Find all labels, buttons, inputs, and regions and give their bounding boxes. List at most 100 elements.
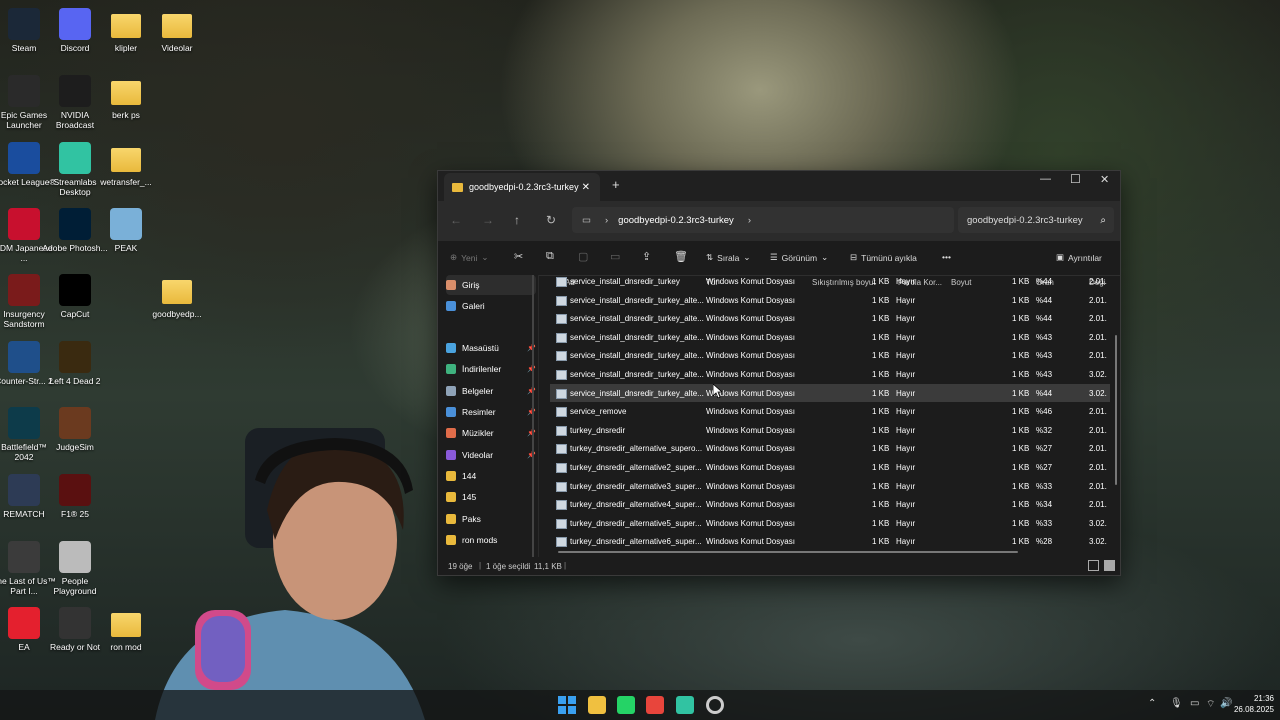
new-tab-button[interactable]: + [612,177,620,192]
more-options-icon[interactable]: ••• [942,252,951,262]
wifi-icon[interactable]: ⌔ [1206,698,1215,711]
microphone-icon[interactable]: 🎙 [1170,698,1183,709]
table-row[interactable]: service_install_dnsredir_turkey_alte... W… [550,365,1110,383]
table-row[interactable]: turkey_dnsredir_alternative2_super... Win… [550,458,1110,476]
view-button[interactable]: ☰ Görünüm ⌄ [770,252,828,263]
sidebar-item[interactable]: İndirilenler📌 [446,359,536,379]
desktop-icon[interactable]: F1® 25 [42,474,108,519]
cell-ratio: %34 [1036,500,1053,510]
table-row[interactable]: turkey_dnsredir Windows Komut Dosyası 1 KB… [550,421,1110,439]
library-icon [446,301,456,311]
view-icon: ☰ [770,252,778,262]
sidebar-item[interactable]: 144 [446,466,536,486]
cell-size: 1 KB [1012,370,1030,379]
table-row[interactable]: turkey_dnsredir_alternative6_super... Win… [550,532,1110,550]
cell-date: 2.01. [1089,277,1107,286]
sidebar-item[interactable]: Masaüstü📌 [446,338,536,358]
chevron-down-icon: ⌄ [821,252,829,262]
address-bar-row: ← → ↑ ↻ ▭ › goodbyedpi-0.2.3rc3-turkey ›… [438,201,1120,241]
copy-icon[interactable]: ⧉ [546,250,554,263]
rename-icon[interactable]: ▭ [610,250,620,263]
table-row[interactable]: turkey_dnsredir_alternative5_super... Win… [550,514,1110,532]
details-button[interactable]: ▣ Ayrıntılar [1056,252,1102,263]
maximize-button[interactable]: ☐ [1070,172,1081,186]
cell-type: Windows Komut Dosyası [706,314,795,324]
desktop-icon[interactable]: berk ps [93,75,159,120]
desktop-icon[interactable]: JudgeSim [42,407,108,452]
desktop-icon[interactable]: PEAK [93,208,159,253]
desktop-icon[interactable]: wetransfer_... [93,142,159,187]
new-button[interactable]: ⊕ Yeni ⌄ [450,252,488,263]
sidebar-item[interactable]: ron mods [446,530,536,550]
cell-name: service_install_dnsredir_turkey_alte... [570,351,704,361]
desktop-icon[interactable]: Videolar [144,8,210,53]
cell-date: 2.01. [1089,425,1107,435]
settings-icon[interactable] [706,696,724,714]
table-row[interactable]: service_remove Windows Komut Dosyası 1 KB H… [550,402,1110,420]
sidebar-item[interactable]: Resimler📌 [446,402,536,422]
tiles-view-icon[interactable] [1104,560,1115,571]
sidebar-item[interactable]: Videolar📌 [446,445,536,465]
table-row[interactable]: service_install_dnsredir_turkey_alte... W… [550,383,1110,402]
sidebar-item[interactable]: Giriş [446,275,536,295]
close-tab-icon[interactable]: ✕ [582,182,590,193]
chevron-up-icon[interactable]: ⌃ [1148,698,1156,709]
sidebar-item[interactable]: Müzikler📌 [446,423,536,443]
cell-size: 1 KB [1012,481,1030,491]
table-row[interactable]: service_install_dnsredir_turkey Windows K… [550,275,1110,290]
horizontal-scrollbar[interactable] [558,551,1018,553]
desktop-icon[interactable]: People Playground [42,541,108,596]
address-bar[interactable]: ▭ › goodbyedpi-0.2.3rc3-turkey › [572,207,954,233]
paste-icon[interactable]: ▢ [578,250,588,263]
back-arrow-icon[interactable]: ← [450,213,462,227]
details-view-icon[interactable] [1088,560,1099,571]
cut-icon[interactable]: ✂ [514,250,523,263]
up-arrow-icon[interactable]: ↑ [514,213,520,227]
table-row[interactable]: service_install_dnsredir_turkey_alte... W… [550,309,1110,327]
table-row[interactable]: turkey_dnsredir_alternative4_super... Win… [550,495,1110,513]
streamlabs-icon[interactable] [676,696,694,714]
desktop-icon[interactable]: goodbyedp... [144,274,210,319]
sidebar-item[interactable]: Paks [446,509,536,529]
sort-button[interactable]: ⇅ Sırala ⌄ [706,252,750,263]
search-input[interactable]: goodbyedpi-0.2.3rc3-turkey ⌕ [958,207,1114,233]
sidebar-item-label: Resimler [462,407,496,417]
breadcrumb-folder[interactable]: goodbyedpi-0.2.3rc3-turkey [618,215,734,226]
chrome-icon[interactable] [646,696,664,714]
desktop-icon[interactable]: CapCut [42,274,108,319]
cell-size: 1 KB [1012,277,1030,286]
extract-all-button[interactable]: ⊟ Tümünü ayıkla [850,252,917,263]
close-window-button[interactable]: ✕ [1100,173,1109,186]
desktop-icon[interactable]: Left 4 Dead 2 [42,341,108,386]
share-icon[interactable]: ⇪ [642,250,651,263]
refresh-icon[interactable]: ↻ [546,213,556,227]
cell-type: Windows Komut Dosyası [706,444,795,454]
sidebar-item[interactable]: 145 [446,487,536,507]
file-explorer-window: goodbyedpi-0.2.3rc3-turkey ✕ + — ☐ ✕ ← →… [437,170,1121,576]
sidebar-item[interactable]: Belgeler📌 [446,381,536,401]
whatsapp-icon[interactable] [617,696,635,714]
table-row[interactable]: service_install_dnsredir_turkey_alte... W… [550,328,1110,346]
table-row[interactable]: service_install_dnsredir_turkey_alte... W… [550,291,1110,309]
minimize-button[interactable]: — [1040,173,1051,185]
table-row[interactable]: turkey_dnsredir_alternative3_super... Win… [550,477,1110,495]
tab-goodbyedpi[interactable]: goodbyedpi-0.2.3rc3-turkey ✕ [444,173,600,201]
delete-icon[interactable]: 🗑 [674,250,688,263]
display-icon[interactable]: ▭ [1190,698,1199,709]
forward-arrow-icon[interactable]: → [482,213,494,227]
cell-ratio: %33 [1036,481,1053,491]
sidebar-item[interactable]: Galeri [446,296,536,316]
vertical-scrollbar[interactable] [1115,335,1117,485]
file-explorer-icon[interactable] [588,696,606,714]
pane-scrollbar[interactable] [532,275,534,557]
app-icon [110,208,142,240]
start-icon[interactable] [558,696,576,714]
cell-name: turkey_dnsredir [570,425,626,435]
cell-type: Windows Komut Dosyası [706,332,795,342]
table-row[interactable]: service_install_dnsredir_turkey_alte... W… [550,346,1110,364]
cell-type: Windows Komut Dosyası [706,463,795,472]
cell-size: 1 KB [1012,500,1030,510]
cell-size: 1 KB [1012,463,1030,472]
clock[interactable]: 21:36 26.08.2025 [1224,693,1274,715]
table-row[interactable]: turkey_dnsredir_alternative_supero... Win… [550,439,1110,457]
